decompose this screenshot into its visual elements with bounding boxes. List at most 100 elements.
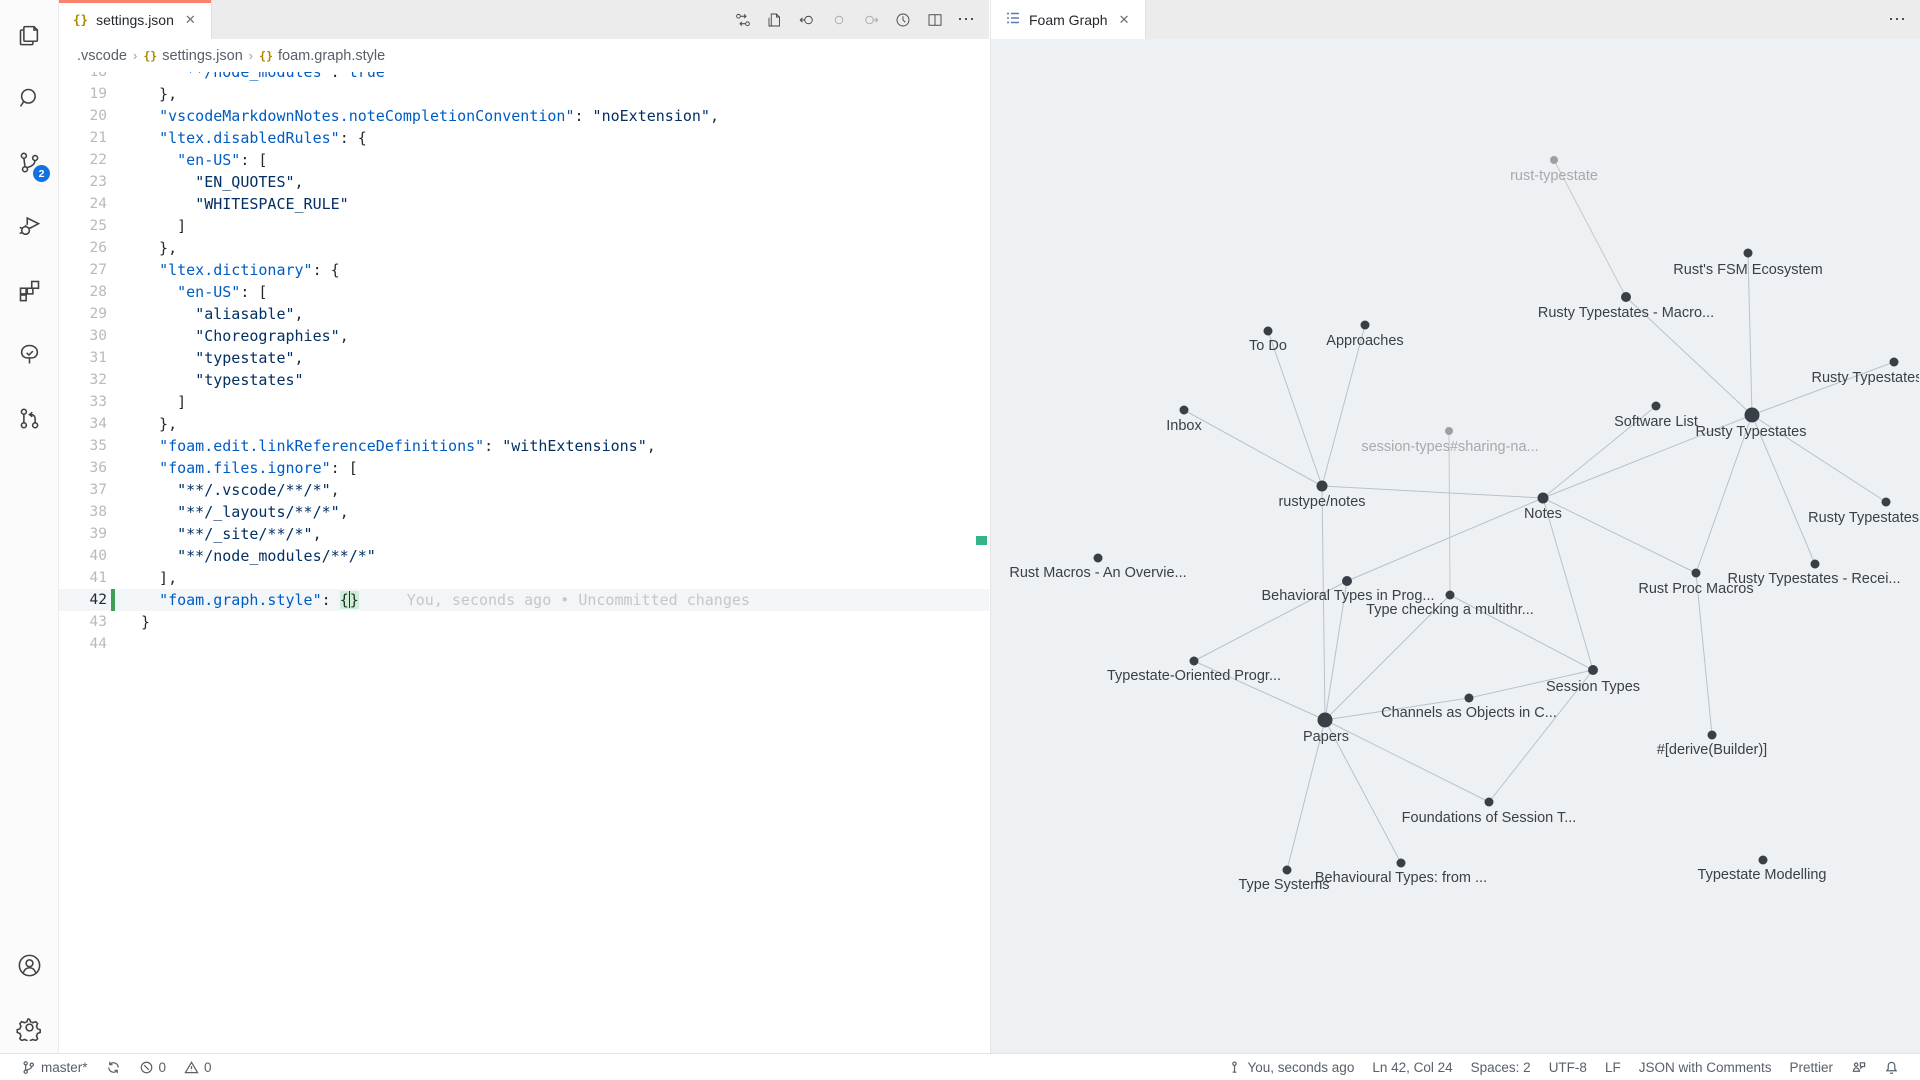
graph-node[interactable]	[1692, 569, 1701, 578]
code-line-41[interactable]: 41 ],	[59, 567, 989, 589]
code-line-31[interactable]: 31 "typestate",	[59, 347, 989, 369]
code-editor[interactable]: 18 "**/node_modules": true19 },20 "vscod…	[59, 72, 989, 1053]
code-line-25[interactable]: 25 ]	[59, 215, 989, 237]
graph-node-label[interactable]: Session Types	[1546, 679, 1640, 695]
code-line-30[interactable]: 30 "Choreographies",	[59, 325, 989, 347]
todo-tree-icon[interactable]	[0, 330, 59, 378]
code-line-34[interactable]: 34 },	[59, 413, 989, 435]
graph-node-label[interactable]: #[derive(Builder)]	[1657, 742, 1767, 758]
statusbar-notifications[interactable]	[1877, 1055, 1906, 1080]
code-line-26[interactable]: 26 },	[59, 237, 989, 259]
current-change-icon[interactable]	[826, 7, 851, 32]
more-actions-icon[interactable]: ⋯	[954, 7, 979, 32]
accounts-icon[interactable]	[0, 941, 59, 989]
code-line-22[interactable]: 22 "en-US": [	[59, 149, 989, 171]
graph-node[interactable]	[1465, 694, 1474, 703]
graph-node-label[interactable]: Rusty Typestates -	[1808, 510, 1919, 526]
graph-node-label[interactable]: Behavioural Types: from ...	[1315, 870, 1487, 886]
breadcrumb-item[interactable]: {}settings.json	[143, 48, 242, 64]
code-line-40[interactable]: 40 "**/node_modules/**/*"	[59, 545, 989, 567]
graph-node-label[interactable]: rust-typestate	[1510, 168, 1598, 184]
code-line-44[interactable]: 44	[59, 633, 989, 655]
graph-node-label[interactable]: Approaches	[1326, 333, 1403, 349]
graph-node[interactable]	[1588, 665, 1598, 675]
graph-node[interactable]	[1759, 856, 1768, 865]
graph-node[interactable]	[1446, 591, 1455, 600]
graph-node-label[interactable]: Papers	[1303, 729, 1349, 745]
explorer-icon[interactable]	[0, 10, 59, 58]
code-line-43[interactable]: 43}	[59, 611, 989, 633]
graph-node[interactable]	[1485, 798, 1494, 807]
graph-node-label[interactable]: Software List	[1614, 414, 1698, 430]
code-line-37[interactable]: 37 "**/.vscode/**/*",	[59, 479, 989, 501]
graph-node[interactable]	[1744, 249, 1753, 258]
open-preview-icon[interactable]	[762, 7, 787, 32]
graph-node-label[interactable]: Rusty Typestates	[1812, 370, 1919, 386]
tab-settings-json[interactable]: {} settings.json ✕	[59, 0, 212, 39]
code-line-32[interactable]: 32 "typestates"	[59, 369, 989, 391]
graph-node-label[interactable]: rustype/notes	[1278, 494, 1365, 510]
graph-node-label[interactable]: Rusty Typestates	[1696, 424, 1807, 440]
graph-node-label[interactable]: Channels as Objects in C...	[1381, 705, 1557, 721]
source-control-icon[interactable]: 2	[0, 138, 59, 186]
knowledge-graph[interactable]: rust-typestate Rust's FSM Ecosystem Rusty …	[991, 39, 1919, 1053]
breadcrumb-item[interactable]: {}foam.graph.style	[259, 48, 385, 64]
statusbar-cursor-position[interactable]: Ln 42, Col 24	[1365, 1055, 1459, 1080]
code-line-24[interactable]: 24 "WHITESPACE_RULE"	[59, 193, 989, 215]
previous-change-icon[interactable]	[794, 7, 819, 32]
code-line-21[interactable]: 21 "ltex.disabledRules": {	[59, 127, 989, 149]
graph-node[interactable]	[1264, 327, 1273, 336]
statusbar-sync-status[interactable]	[99, 1055, 128, 1080]
extensions-icon[interactable]	[0, 266, 59, 314]
code-line-19[interactable]: 19 },	[59, 83, 989, 105]
graph-node-label[interactable]: Rust's FSM Ecosystem	[1673, 262, 1822, 278]
statusbar-formatter[interactable]: Prettier	[1782, 1055, 1840, 1080]
statusbar-encoding[interactable]: UTF-8	[1542, 1055, 1594, 1080]
run-debug-icon[interactable]	[0, 202, 59, 250]
graph-node[interactable]	[1283, 866, 1292, 875]
graph-node-label[interactable]: Rust Macros - An Overvie...	[1009, 565, 1186, 581]
open-changes-icon[interactable]	[730, 7, 755, 32]
close-tab-icon[interactable]: ✕	[182, 10, 199, 30]
graph-node-label[interactable]: Rusty Typestates - Macro...	[1538, 305, 1714, 321]
graph-node[interactable]	[1397, 859, 1406, 868]
statusbar-blame-status[interactable]: You, seconds ago	[1220, 1055, 1361, 1080]
graph-node[interactable]	[1361, 321, 1370, 330]
tab-foam-graph[interactable]: Foam Graph ✕	[991, 0, 1146, 39]
statusbar-errors-count[interactable]: 0	[132, 1055, 174, 1080]
graph-node[interactable]	[1550, 156, 1558, 164]
statusbar-feedback[interactable]	[1844, 1055, 1873, 1080]
statusbar-branch-status[interactable]: master*	[14, 1055, 95, 1080]
graph-node-label[interactable]: To Do	[1249, 338, 1287, 354]
graph-node[interactable]	[1811, 560, 1820, 569]
statusbar-eol[interactable]: LF	[1598, 1055, 1628, 1080]
code-line-42[interactable]: 42 "foam.graph.style": {}You, seconds ag…	[59, 589, 989, 611]
search-icon[interactable]	[0, 74, 59, 122]
graph-node-label[interactable]: Foundations of Session T...	[1402, 810, 1577, 826]
graph-node-label[interactable]: Notes	[1524, 506, 1562, 522]
foam-graph-canvas[interactable]: rust-typestate Rust's FSM Ecosystem Rusty …	[991, 39, 1920, 1053]
graph-node[interactable]	[1445, 427, 1453, 435]
code-line-23[interactable]: 23 "EN_QUOTES",	[59, 171, 989, 193]
graph-node-label[interactable]: session-types#sharing-na...	[1361, 439, 1538, 455]
git-graph-icon[interactable]	[0, 394, 59, 442]
statusbar-indentation[interactable]: Spaces: 2	[1464, 1055, 1538, 1080]
code-line-33[interactable]: 33 ]	[59, 391, 989, 413]
graph-node[interactable]	[1745, 408, 1760, 423]
statusbar-language-mode[interactable]: JSON with Comments	[1632, 1055, 1779, 1080]
code-line-36[interactable]: 36 "foam.files.ignore": [	[59, 457, 989, 479]
next-change-icon[interactable]	[858, 7, 883, 32]
close-tab-icon[interactable]: ✕	[1116, 10, 1133, 30]
graph-node-label[interactable]: Typestate-Oriented Progr...	[1107, 668, 1281, 684]
code-line-35[interactable]: 35 "foam.edit.linkReferenceDefinitions":…	[59, 435, 989, 457]
graph-node[interactable]	[1342, 576, 1352, 586]
code-line-20[interactable]: 20 "vscodeMarkdownNotes.noteCompletionCo…	[59, 105, 989, 127]
graph-node[interactable]	[1652, 402, 1661, 411]
graph-node[interactable]	[1094, 554, 1103, 563]
graph-node-label[interactable]: Typestate Modelling	[1698, 867, 1827, 883]
graph-node[interactable]	[1890, 358, 1899, 367]
code-line-28[interactable]: 28 "en-US": [	[59, 281, 989, 303]
more-actions-icon[interactable]: ⋯	[1885, 7, 1910, 32]
timeline-icon[interactable]	[890, 7, 915, 32]
graph-node[interactable]	[1882, 498, 1891, 507]
